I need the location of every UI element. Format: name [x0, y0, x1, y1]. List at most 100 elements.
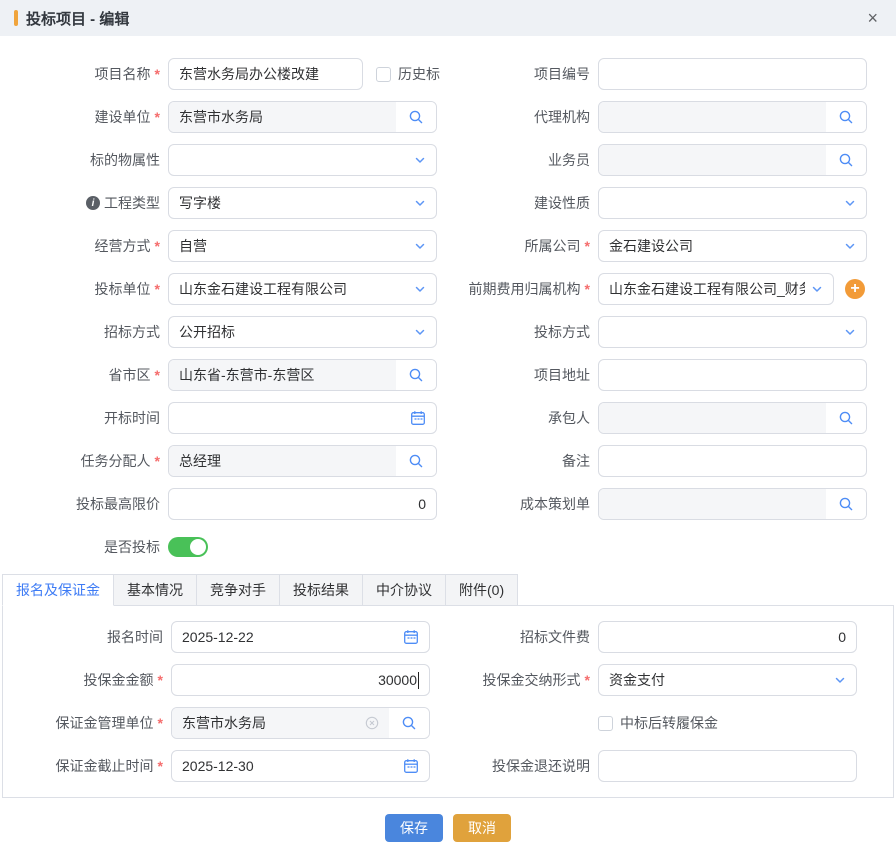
chevron-down-icon — [414, 240, 426, 252]
transfer-after-win-checkbox[interactable] — [598, 716, 613, 731]
clear-icon[interactable] — [365, 716, 379, 730]
chevron-down-icon — [844, 240, 856, 252]
history-bid-checkbox[interactable] — [376, 67, 391, 82]
construction-unit-field[interactable]: 东营市水务局 — [168, 101, 437, 133]
tab-attachments[interactable]: 附件(0) — [446, 574, 518, 606]
remark-input[interactable] — [599, 446, 866, 476]
tab-bar: 报名及保证金 基本情况 竞争对手 投标结果 中介协议 附件(0) — [2, 574, 894, 606]
required-asterisk: * — [155, 453, 160, 469]
doc-fee-input[interactable] — [599, 622, 856, 652]
deposit-refund-note-input[interactable] — [599, 751, 856, 781]
doc-fee-field[interactable] — [598, 621, 857, 653]
signup-deposit-panel: 报名时间 2025-12-22 招标文件费 投保金金额* 30000 投保金交纳… — [2, 606, 894, 798]
chevron-down-icon — [844, 197, 856, 209]
contractor-label: 承包人 — [448, 408, 598, 428]
remark-field[interactable] — [598, 445, 867, 477]
required-asterisk: * — [158, 758, 163, 774]
max-price-label: 投标最高限价 — [0, 494, 168, 514]
salesman-label: 业务员 — [448, 150, 598, 170]
agency-label: 代理机构 — [448, 107, 598, 127]
required-asterisk: * — [155, 238, 160, 254]
save-button[interactable]: 保存 — [385, 814, 443, 842]
project-name-input[interactable] — [169, 59, 362, 89]
signup-time-field[interactable]: 2025-12-22 — [171, 621, 430, 653]
address-input[interactable] — [599, 360, 866, 390]
bid-open-time-field[interactable] — [168, 402, 437, 434]
page-title: 投标项目 - 编辑 — [26, 8, 129, 29]
signup-time-label: 报名时间 — [3, 627, 171, 647]
is-bid-toggle[interactable] — [168, 537, 208, 557]
operation-mode-select[interactable]: 自营 — [168, 230, 437, 262]
deposit-deadline-field[interactable]: 2025-12-30 — [171, 750, 430, 782]
address-field[interactable] — [598, 359, 867, 391]
deposit-amount-field[interactable]: 30000 — [171, 664, 430, 696]
tender-mode-select[interactable]: 公开招标 — [168, 316, 437, 348]
doc-fee-label: 招标文件费 — [448, 627, 598, 647]
chevron-down-icon — [414, 154, 426, 166]
fee-org-select[interactable]: 山东金石建设工程有限公司_财务 — [598, 273, 834, 305]
tab-agency-agreement[interactable]: 中介协议 — [363, 574, 446, 606]
search-icon[interactable] — [396, 360, 436, 390]
tab-basic-info[interactable]: 基本情况 — [114, 574, 197, 606]
required-asterisk: * — [585, 281, 590, 297]
tab-bid-result[interactable]: 投标结果 — [280, 574, 363, 606]
subject-attr-select[interactable] — [168, 144, 437, 176]
chevron-down-icon — [414, 326, 426, 338]
deposit-amount-label: 投保金金额* — [3, 670, 171, 690]
tab-competitors[interactable]: 竞争对手 — [197, 574, 280, 606]
deposit-pay-form-select[interactable]: 资金支付 — [598, 664, 857, 696]
search-icon[interactable] — [826, 489, 866, 519]
project-type-select[interactable]: 写字楼 — [168, 187, 437, 219]
cancel-button[interactable]: 取消 — [453, 814, 511, 842]
agency-field[interactable] — [598, 101, 867, 133]
bid-unit-label: 投标单位* — [0, 279, 168, 299]
tender-mode-label: 招标方式 — [0, 322, 168, 342]
required-asterisk: * — [158, 672, 163, 688]
deposit-deadline-label: 保证金截止时间* — [3, 756, 171, 776]
required-asterisk: * — [585, 238, 590, 254]
task-assignee-field[interactable]: 总经理 — [168, 445, 437, 477]
project-name-label: 项目名称* — [0, 64, 168, 84]
cost-plan-field[interactable] — [598, 488, 867, 520]
required-asterisk: * — [158, 715, 163, 731]
fee-org-label: 前期费用归属机构* — [448, 279, 598, 299]
dialog-header: 投标项目 - 编辑 × — [0, 0, 896, 36]
max-price-input[interactable] — [169, 489, 436, 519]
calendar-icon — [410, 410, 426, 426]
required-asterisk: * — [155, 109, 160, 125]
text-cursor — [418, 672, 419, 689]
region-field[interactable]: 山东省-东营市-东营区 — [168, 359, 437, 391]
deposit-unit-field[interactable]: 东营市水务局 — [171, 707, 430, 739]
bid-mode-select[interactable] — [598, 316, 867, 348]
remark-label: 备注 — [448, 451, 598, 471]
project-no-label: 项目编号 — [448, 64, 598, 84]
operation-mode-label: 经营方式* — [0, 236, 168, 256]
chevron-down-icon — [414, 197, 426, 209]
task-assignee-label: 任务分配人* — [0, 451, 168, 471]
project-no-field[interactable] — [598, 58, 867, 90]
max-price-field[interactable] — [168, 488, 437, 520]
calendar-icon — [403, 629, 419, 645]
deposit-refund-note-field[interactable] — [598, 750, 857, 782]
bid-unit-select[interactable]: 山东金石建设工程有限公司 — [168, 273, 437, 305]
search-icon[interactable] — [826, 102, 866, 132]
construction-nature-select[interactable] — [598, 187, 867, 219]
project-name-field[interactable] — [168, 58, 363, 90]
deposit-pay-form-label: 投保金交纳形式* — [448, 670, 598, 690]
search-icon[interactable] — [389, 708, 429, 738]
search-icon[interactable] — [396, 446, 436, 476]
close-icon[interactable]: × — [863, 9, 882, 27]
chevron-down-icon — [844, 326, 856, 338]
salesman-field[interactable] — [598, 144, 867, 176]
project-no-input[interactable] — [599, 59, 866, 89]
deposit-unit-label: 保证金管理单位* — [3, 713, 171, 733]
add-fee-org-button[interactable]: + — [845, 279, 865, 299]
company-select[interactable]: 金石建设公司 — [598, 230, 867, 262]
required-asterisk: * — [155, 66, 160, 82]
search-icon[interactable] — [826, 403, 866, 433]
search-icon[interactable] — [826, 145, 866, 175]
tab-signup-deposit[interactable]: 报名及保证金 — [2, 574, 114, 606]
search-icon[interactable] — [396, 102, 436, 132]
contractor-field[interactable] — [598, 402, 867, 434]
company-label: 所属公司* — [448, 236, 598, 256]
